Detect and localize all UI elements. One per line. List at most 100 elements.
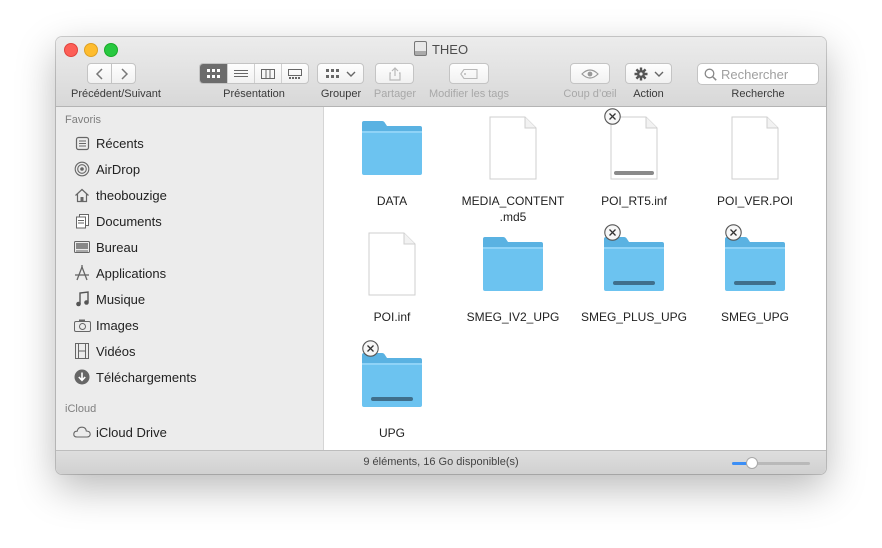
- nav-label: Précédent/Suivant: [71, 88, 161, 100]
- list-icon: [234, 69, 248, 77]
- sidebar-favorites-header: Favoris: [65, 114, 102, 126]
- sidebar-icloud-header: iCloud: [65, 403, 97, 415]
- chevron-right-icon: [120, 67, 128, 80]
- downloads-icon: [73, 368, 91, 386]
- file-name: POI.inf: [373, 310, 411, 324]
- document-icon: [332, 231, 452, 297]
- sidebar-item-label: Musique: [96, 291, 146, 307]
- file-name: UPG: [378, 426, 405, 440]
- sidebar-item-label: Applications: [96, 265, 167, 281]
- folder-icon: [453, 231, 573, 297]
- cloud-icon: [73, 423, 91, 441]
- folder-icon: [332, 115, 452, 181]
- file-name: SMEG_PLUS_UPG: [580, 310, 688, 324]
- document-icon: [453, 115, 573, 181]
- grid-icon: [206, 68, 220, 78]
- toolbar: THEO Précédent/Suivant Présentation Grou…: [56, 37, 826, 107]
- tags-label: Modifier les tags: [428, 88, 510, 100]
- documents-icon: [73, 212, 91, 230]
- sidebar-item-label: Bureau: [96, 239, 138, 255]
- sidebar-item-icloud-drive[interactable]: iCloud Drive: [73, 422, 167, 442]
- music-icon: [73, 290, 91, 308]
- document-icon: [695, 115, 815, 181]
- sidebar-item-applications[interactable]: Applications: [73, 263, 166, 283]
- search-field[interactable]: Rechercher: [697, 63, 819, 85]
- search-icon: [704, 68, 717, 81]
- sidebar-item-label: iCloud Drive: [96, 424, 167, 440]
- quicklook-button[interactable]: [570, 63, 610, 84]
- eject-badge-icon[interactable]: [725, 224, 742, 241]
- gallery-view-button[interactable]: [281, 64, 308, 83]
- airdrop-icon: [73, 160, 91, 178]
- icon-size-slider-thumb[interactable]: [745, 457, 758, 469]
- search-placeholder: Rechercher: [721, 66, 789, 82]
- action-label: Action: [633, 88, 664, 100]
- sidebar-item-label: Vidéos: [96, 343, 136, 359]
- status-bar: 9 éléments, 16 Go disponible(s): [56, 450, 826, 474]
- edit-tags-button[interactable]: [449, 63, 489, 84]
- folder-icon: [574, 231, 694, 297]
- eject-badge-icon[interactable]: [604, 108, 621, 125]
- sidebar-item-music[interactable]: Musique: [73, 289, 145, 309]
- share-button[interactable]: [375, 63, 414, 84]
- status-text: 9 éléments, 16 Go disponible(s): [363, 456, 519, 468]
- sidebar-item-label: Récents: [96, 135, 144, 151]
- icon-view-button[interactable]: [200, 64, 227, 83]
- desktop-icon: [73, 238, 91, 256]
- file-name: DATA: [376, 194, 408, 208]
- columns-icon: [261, 68, 275, 79]
- document-icon: [574, 115, 694, 181]
- sidebar-item-recents[interactable]: Récents: [73, 133, 144, 153]
- drive-icon: [413, 41, 427, 56]
- folder-icon: [695, 231, 815, 297]
- eject-badge-icon[interactable]: [604, 224, 621, 241]
- search-label: Recherche: [731, 88, 785, 100]
- sidebar-item-documents[interactable]: Documents: [73, 211, 162, 231]
- share-label: Partager: [373, 88, 417, 100]
- group-label: Grouper: [320, 88, 362, 100]
- home-icon: [73, 186, 91, 204]
- action-button[interactable]: [625, 63, 672, 84]
- group-grid-icon: [325, 68, 339, 78]
- sidebar-item-label: theobouzige: [96, 187, 167, 203]
- list-view-button[interactable]: [227, 64, 254, 83]
- gallery-icon: [288, 68, 302, 79]
- gear-icon: [634, 67, 647, 80]
- film-icon: [73, 342, 91, 360]
- sidebar-item-downloads[interactable]: Téléchargements: [73, 367, 196, 387]
- window-title-text: THEO: [431, 42, 469, 57]
- quicklook-label: Coup d’œil: [563, 88, 617, 100]
- chevron-left-icon: [95, 67, 103, 80]
- eject-badge-icon[interactable]: [362, 340, 379, 357]
- column-view-button[interactable]: [254, 64, 281, 83]
- file-name: SMEG_UPG: [720, 310, 789, 324]
- view-label: Présentation: [223, 88, 285, 100]
- sidebar-item-label: AirDrop: [96, 161, 141, 177]
- window-title: THEO: [56, 41, 826, 57]
- file-name: MEDIA_CONTENT .md5: [461, 194, 565, 224]
- chevron-down-icon: [346, 71, 355, 77]
- forward-button[interactable]: [111, 63, 136, 84]
- back-button[interactable]: [87, 63, 112, 84]
- tag-icon: [460, 68, 478, 79]
- file-name: POI_VER.POI: [716, 194, 794, 208]
- sidebar-item-airdrop[interactable]: AirDrop: [73, 159, 140, 179]
- sidebar-item-home[interactable]: theobouzige: [73, 185, 167, 205]
- view-segmented-control: [199, 63, 309, 84]
- share-icon: [388, 66, 401, 81]
- folder-icon: [332, 347, 452, 413]
- file-name: POI_RT5.inf: [601, 194, 667, 208]
- finder-window: THEO Précédent/Suivant Présentation Grou…: [56, 37, 826, 474]
- recents-icon: [73, 134, 91, 152]
- sidebar: Favoris Récents AirDrop theobouzige Docu…: [56, 107, 324, 450]
- file-grid: DATA MEDIA_CONTENT .md5 POI_RT5.inf POI_VER…: [324, 107, 826, 450]
- chevron-down-icon: [654, 71, 663, 77]
- applications-icon: [73, 264, 91, 282]
- icon-size-slider[interactable]: [732, 457, 810, 469]
- sidebar-item-desktop[interactable]: Bureau: [73, 237, 138, 257]
- group-button[interactable]: [317, 63, 364, 84]
- sidebar-item-videos[interactable]: Vidéos: [73, 341, 136, 361]
- eye-icon: [581, 68, 599, 79]
- sidebar-item-label: Documents: [96, 213, 162, 229]
- sidebar-item-images[interactable]: Images: [73, 315, 139, 335]
